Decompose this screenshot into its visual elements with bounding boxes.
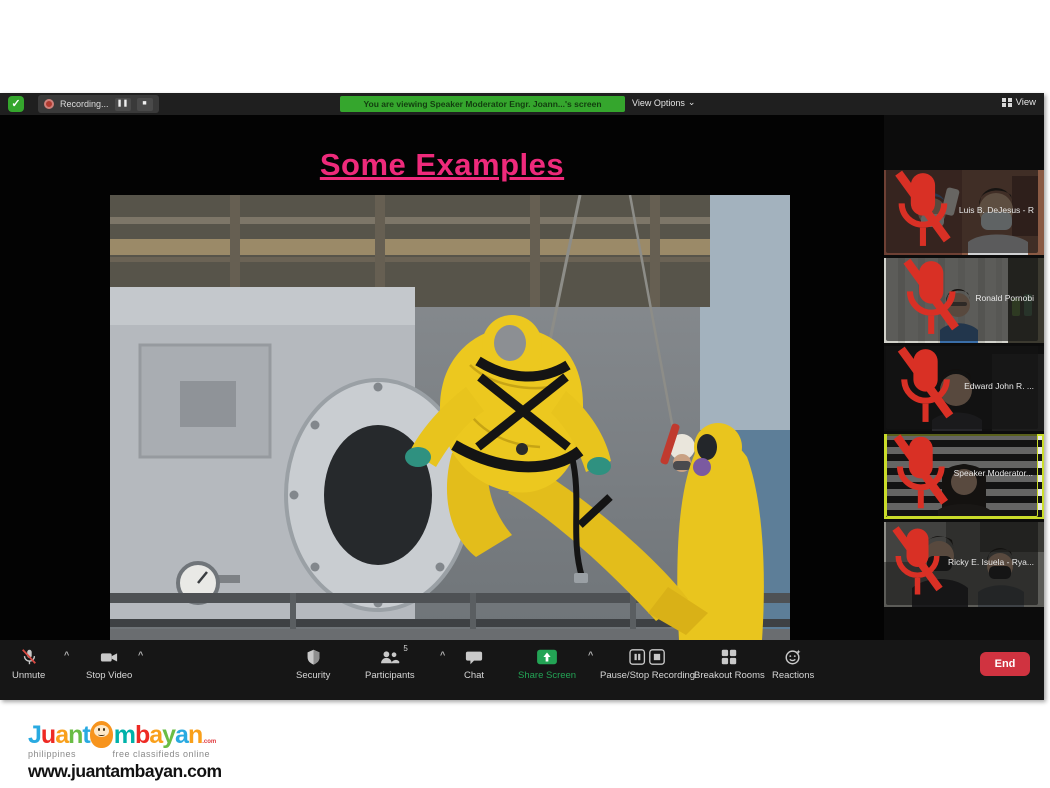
breakout-rooms-button[interactable]: Breakout Rooms [694,647,765,681]
participant-name-label: Ricky E. Isuela - Rya... [886,522,1038,605]
brand-letter: u [41,723,55,748]
reactions-button[interactable]: Reactions [772,647,814,681]
participants-label: Participants [365,670,415,681]
meeting-toolbar: Unmute ^ Stop Video ^ Security 5 [0,640,1044,700]
participants-count-badge: 5 [403,644,407,653]
participant-tile-luis[interactable]: Luis B. DeJesus - R [884,170,1044,255]
security-button[interactable]: Security [296,647,330,681]
brand-letter: m [114,723,135,748]
pause-stop-recording-icon [629,647,667,667]
muted-mic-icon [890,522,945,604]
brand-letter: a [149,723,162,748]
breakout-rooms-icon [720,647,738,667]
stop-video-button[interactable]: Stop Video [86,647,132,681]
end-meeting-button[interactable]: End [980,652,1030,676]
view-options-label: View Options [632,98,685,108]
muted-mic-icon [20,647,38,667]
participant-tile-edward[interactable]: Edward John R. ... [884,346,1044,431]
page: ✓ Recording... ❚❚ ■ You are viewing Spea… [0,0,1050,788]
slide-photo-hazmat-workers [110,195,790,640]
chat-button[interactable]: Chat [464,647,484,681]
security-label: Security [296,670,330,681]
chevron-down-icon: ⌄ [688,97,696,108]
chat-label: Chat [464,670,484,681]
participants-strip: Luis B. DeJesus - R [884,115,1044,640]
participant-name-label: Speaker Moderator... [886,434,1038,517]
brand-letter: a [55,723,68,748]
reactions-label: Reactions [772,670,814,681]
brand-letter: t [82,723,89,748]
slide-title: Some Examples [0,147,884,183]
chat-bubble-icon [465,647,483,667]
brand-letter: b [135,723,149,748]
participant-tile-ricky[interactable]: Ricky E. Isuela - Rya... [884,522,1044,607]
participant-tile-speaker-moderator[interactable]: Speaker Moderator... [884,434,1044,519]
participants-options-chevron-icon[interactable]: ^ [440,650,445,660]
share-screen-button[interactable]: Share Screen [518,647,576,681]
meeting-content: Some Examples [0,115,1044,640]
camera-icon [99,647,119,667]
brand-letter: n [188,723,202,748]
participants-icon: 5 [379,647,401,667]
share-screen-label: Share Screen [518,670,576,681]
breakout-rooms-label: Breakout Rooms [694,670,765,681]
recording-label: Recording... [60,99,109,109]
shared-screen-slide: Some Examples [0,115,884,640]
pause-stop-recording-label: Pause/Stop Recording [600,670,695,681]
brand-letter: n [68,723,82,748]
brand-taglines: philippines free classifieds online [28,749,210,759]
brand-letter: a [175,723,188,748]
meeting-topbar: ✓ Recording... ❚❚ ■ You are viewing Spea… [0,93,1044,115]
view-options-dropdown[interactable]: View Options ⌄ [632,97,695,108]
view-button[interactable]: View [1002,97,1036,108]
reactions-emoji-icon [784,647,802,667]
tagline-right: free classifieds online [112,749,210,759]
grid-view-icon [1002,98,1012,107]
brand-logo: Juantmbayan .com [28,716,218,748]
brand-url: www.juantambayan.com [28,761,218,782]
muted-mic-icon [891,434,951,515]
participant-name: Ricky E. Isuela - Rya... [948,557,1034,567]
muted-mic-icon [890,346,961,428]
unmute-button[interactable]: Unmute [12,647,45,681]
brand-letters: Juantmbayan [28,721,202,748]
pause-recording-button[interactable]: ❚❚ [115,98,131,111]
recording-indicator: Recording... ❚❚ ■ [38,95,159,113]
zoom-meeting-window: ✓ Recording... ❚❚ ■ You are viewing Spea… [0,93,1044,700]
brand-letter: y [162,723,175,748]
share-screen-icon [536,647,558,667]
mascot-icon [90,721,113,748]
viewing-banner: You are viewing Speaker Moderator Engr. … [340,96,625,112]
recording-dot-icon [44,99,54,109]
participant-name-label: Edward John R. ... [886,346,1038,429]
participant-tile-ronald[interactable]: Ronald Pornobi [884,258,1044,343]
encryption-shield-icon: ✓ [8,96,24,112]
participant-name-label: Ronald Pornobi [886,258,1038,341]
shield-icon [305,647,322,667]
mic-options-chevron-icon[interactable]: ^ [64,650,69,660]
brand-suffix: .com [202,739,216,745]
brand-letter: J [28,723,41,748]
participant-name: Speaker Moderator... [954,468,1033,478]
stop-video-label: Stop Video [86,670,132,681]
participant-name-label: Luis B. DeJesus - R [886,170,1038,253]
participant-name: Luis B. DeJesus - R [959,205,1034,215]
juantambayan-watermark: Juantmbayan .com philippines free classi… [28,716,218,782]
share-options-chevron-icon[interactable]: ^ [588,650,593,660]
participant-name: Edward John R. ... [964,381,1034,391]
participant-name: Ronald Pornobi [975,293,1034,303]
muted-mic-icon [890,170,956,252]
muted-mic-icon [890,258,972,340]
pause-stop-recording-button[interactable]: Pause/Stop Recording [600,647,695,681]
tagline-left: philippines [28,749,76,759]
stop-recording-button[interactable]: ■ [137,98,153,111]
video-options-chevron-icon[interactable]: ^ [138,650,143,660]
participants-button[interactable]: 5 Participants [365,647,415,681]
unmute-label: Unmute [12,670,45,681]
view-label: View [1016,97,1036,108]
